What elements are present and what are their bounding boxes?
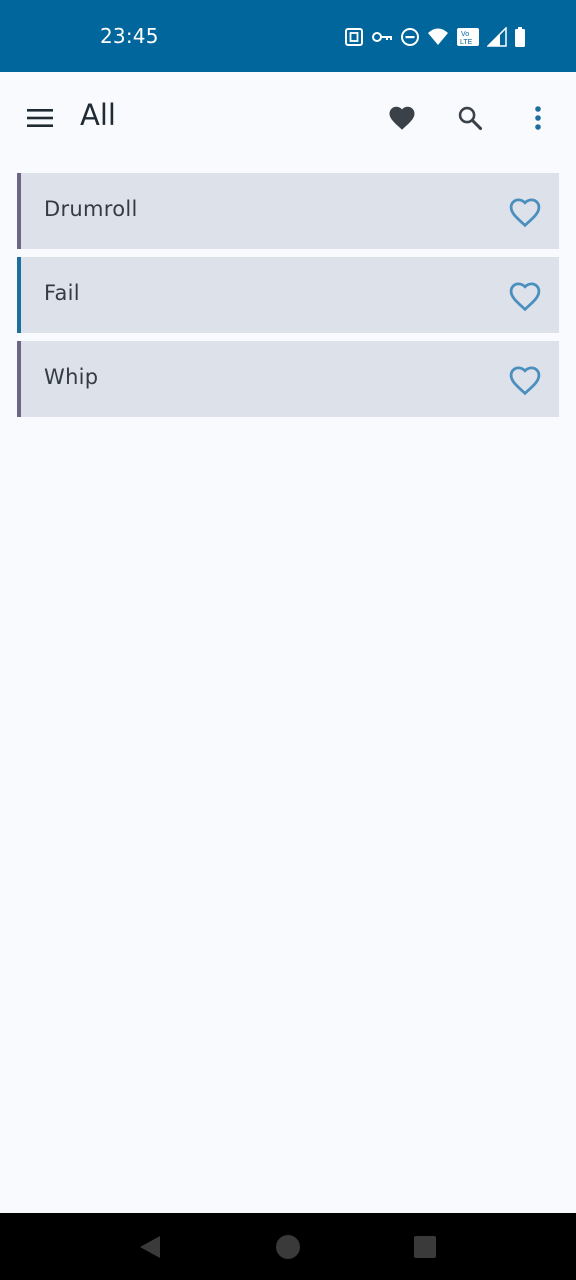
menu-icon (27, 109, 53, 127)
list-item-label: Whip (44, 365, 99, 389)
recents-button[interactable] (413, 1235, 437, 1259)
list-item-label: Drumroll (44, 197, 138, 221)
search-button[interactable] (452, 100, 488, 136)
volte-text-top: Vo (461, 31, 469, 38)
status-icons: Vo LTE (344, 26, 526, 48)
list-item-label: Fail (44, 281, 80, 305)
volte-text-bottom: LTE (460, 39, 473, 46)
favorite-toggle-button[interactable] (505, 191, 545, 231)
do-not-disturb-icon (400, 27, 420, 47)
page-title: All (80, 98, 116, 132)
home-button[interactable] (275, 1234, 301, 1260)
back-icon (140, 1236, 160, 1258)
home-icon (276, 1235, 300, 1259)
heart-outline-icon (509, 198, 541, 228)
more-vert-icon (535, 106, 541, 130)
list-item-drumroll[interactable]: Drumroll (17, 173, 559, 249)
favorites-filter-button[interactable] (384, 100, 420, 136)
heart-outline-icon (509, 282, 541, 312)
status-bar: 23:45 Vo LTE (0, 0, 576, 72)
app-bar: All (0, 72, 576, 164)
signal-icon (487, 27, 507, 47)
list-item-fail[interactable]: Fail (17, 257, 559, 333)
vpn-key-icon (371, 27, 393, 47)
nfc-icon (344, 27, 364, 47)
back-button[interactable] (137, 1234, 163, 1260)
navigation-bar (0, 1213, 576, 1280)
volte-icon: Vo LTE (456, 27, 480, 47)
menu-button[interactable] (22, 100, 58, 136)
list-item-whip[interactable]: Whip (17, 341, 559, 417)
favorites-filter-icon (389, 106, 415, 130)
sound-list: Drumroll Fail Whip (17, 173, 559, 425)
search-icon (458, 106, 483, 131)
favorite-toggle-button[interactable] (505, 359, 545, 399)
status-time: 23:45 (100, 24, 159, 48)
recents-icon (414, 1236, 436, 1258)
heart-outline-icon (509, 366, 541, 396)
more-options-button[interactable] (520, 100, 556, 136)
wifi-icon (427, 27, 449, 47)
battery-icon (514, 27, 526, 47)
favorite-toggle-button[interactable] (505, 275, 545, 315)
